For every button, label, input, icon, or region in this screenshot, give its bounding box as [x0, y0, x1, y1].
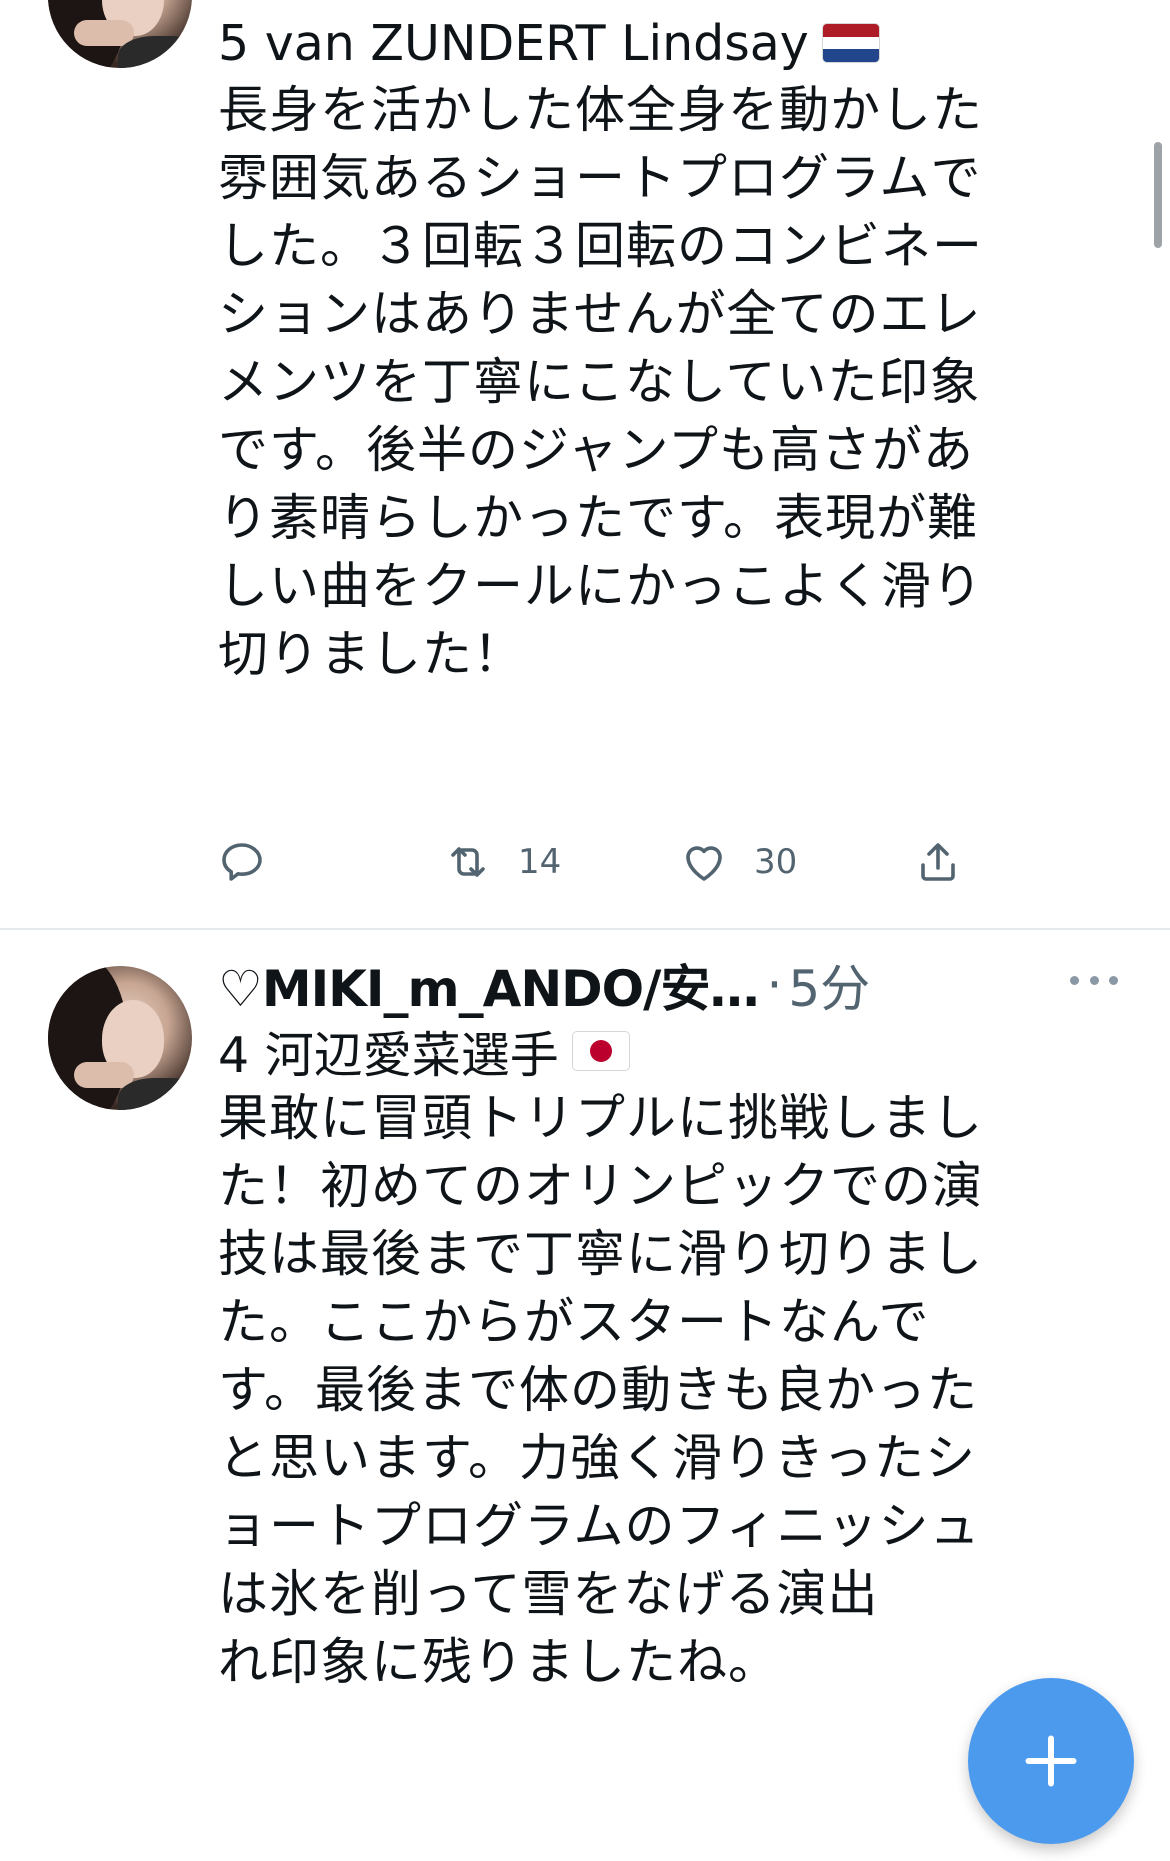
- retweet-icon: [451, 847, 485, 877]
- share-button[interactable]: [914, 832, 962, 892]
- header-separator: ·: [766, 956, 783, 1014]
- tweet-timestamp[interactable]: 5分: [788, 949, 870, 1021]
- tweet-text: 果敢に冒頭トリプルに挑戦しまし た！初めてのオリンピックでの演 技は最後まで丁寧…: [218, 1089, 983, 1691]
- timeline: 5 van ZUNDERT Lindsay 長身を活かした体全身を動かした 雰囲…: [0, 0, 1170, 1861]
- netherlands-flag-icon: [822, 24, 879, 62]
- reply-icon: [222, 843, 262, 881]
- plus-icon: [1025, 1735, 1077, 1787]
- tweet-header: ♡MIKI_m_ANDO/安… · 5分: [218, 952, 1118, 1018]
- heart-icon: [686, 846, 722, 881]
- tweet-first-line: 4 河辺愛菜選手: [218, 1018, 1118, 1084]
- like-button[interactable]: 30: [680, 832, 797, 892]
- tweet-text: 長身を活かした体全身を動かした 雰囲気あるショートプログラムで した。３回転３回…: [218, 81, 983, 683]
- avatar[interactable]: [48, 966, 192, 1110]
- tweet[interactable]: 5 van ZUNDERT Lindsay 長身を活かした体全身を動かした 雰囲…: [0, 0, 1170, 928]
- avatar[interactable]: [48, 0, 192, 68]
- tweet-content: ♡MIKI_m_ANDO/安… · 5分 4 河辺愛菜選手 果敢に冒頭トリプルに…: [218, 952, 1118, 1696]
- scrollbar[interactable]: [1154, 142, 1162, 248]
- tweet-first-line: 5 van ZUNDERT Lindsay: [218, 10, 1118, 76]
- tweet-first-line-text: 5 van ZUNDERT Lindsay: [218, 14, 809, 72]
- compose-tweet-button[interactable]: [968, 1678, 1134, 1844]
- reply-button[interactable]: [218, 832, 292, 892]
- tweet-content: 5 van ZUNDERT Lindsay 長身を活かした体全身を動かした 雰囲…: [218, 0, 1118, 688]
- retweet-count: 14: [518, 842, 562, 882]
- more-options-icon[interactable]: [1070, 970, 1118, 990]
- tweet-first-line-text: 4 河辺愛菜選手: [218, 1026, 559, 1084]
- share-icon: [921, 843, 955, 881]
- display-name[interactable]: ♡MIKI_m_ANDO/安…: [218, 949, 758, 1021]
- retweet-button[interactable]: 14: [444, 832, 561, 892]
- tweet-actions: 14 30: [218, 832, 998, 892]
- japan-flag-icon: [572, 1032, 629, 1070]
- like-count: 30: [754, 842, 798, 882]
